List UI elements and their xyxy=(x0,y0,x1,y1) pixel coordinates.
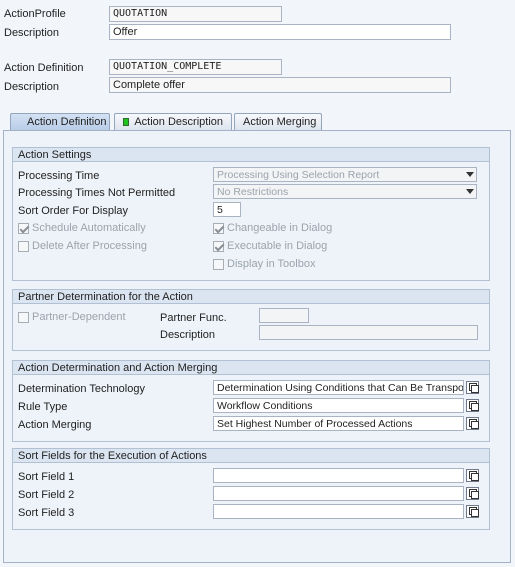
value-help-icon[interactable] xyxy=(466,505,479,518)
status-green-icon xyxy=(123,118,130,126)
value-help-icon[interactable] xyxy=(466,399,479,412)
value-help-icon[interactable] xyxy=(466,417,479,430)
sort-order-field[interactable]: 5 xyxy=(213,202,241,217)
action-determination-group: Action Determination and Action Merging … xyxy=(12,360,490,442)
determination-technology-field[interactable]: Determination Using Conditions that Can … xyxy=(213,380,464,395)
partner-determination-group: Partner Determination for the Action Par… xyxy=(12,289,490,351)
action-settings-group: Action Settings Processing Time Processi… xyxy=(12,147,490,281)
checkbox-label: Executable in Dialog xyxy=(227,240,328,252)
value-help-icon[interactable] xyxy=(466,469,479,482)
determination-technology-label: Determination Technology xyxy=(18,383,145,395)
group-title: Action Settings xyxy=(13,148,489,162)
description-label: Description xyxy=(4,27,60,39)
processing-time-label: Processing Time xyxy=(18,170,100,182)
partner-dependent-checkbox[interactable]: Partner-Dependent xyxy=(18,311,126,323)
tab-content-panel: Action Settings Processing Time Processi… xyxy=(3,130,511,563)
display-in-toolbox-checkbox[interactable]: Display in Toolbox xyxy=(213,258,315,270)
value-help-icon[interactable] xyxy=(466,381,479,394)
sort-field-3-label: Sort Field 3 xyxy=(18,507,75,519)
sort-field-1-label: Sort Field 1 xyxy=(18,471,75,483)
checkbox-icon xyxy=(213,258,224,270)
not-permitted-label: Processing Times Not Permitted xyxy=(18,187,176,199)
tab-label: Action Merging xyxy=(243,116,317,128)
action-definition-field[interactable]: QUOTATION_COMPLETE xyxy=(109,59,282,75)
changeable-in-dialog-checkbox[interactable]: Changeable in Dialog xyxy=(213,222,332,234)
description-field[interactable]: Offer xyxy=(109,24,451,40)
chevron-down-icon xyxy=(466,189,474,194)
group-title: Sort Fields for the Execution of Actions xyxy=(13,449,489,463)
value-help-icon[interactable] xyxy=(466,487,479,500)
sort-field-2-label: Sort Field 2 xyxy=(18,489,75,501)
delete-after-processing-checkbox[interactable]: Delete After Processing xyxy=(18,240,147,252)
partner-description-field[interactable] xyxy=(259,325,478,340)
chevron-down-icon xyxy=(466,172,474,177)
dropdown-value: Processing Using Selection Report xyxy=(217,169,380,181)
rule-type-label: Rule Type xyxy=(18,401,68,413)
tab-action-description[interactable]: Action Description xyxy=(114,113,232,130)
sort-field-1-input[interactable] xyxy=(213,468,464,483)
rule-type-field[interactable]: Workflow Conditions xyxy=(213,398,464,413)
checkbox-checked-icon xyxy=(18,222,29,234)
tab-action-merging[interactable]: Action Merging xyxy=(234,113,322,130)
checkbox-label: Partner-Dependent xyxy=(32,311,126,323)
sort-field-3-input[interactable] xyxy=(213,504,464,519)
action-profile-label: ActionProfile xyxy=(4,8,66,20)
sort-fields-group: Sort Fields for the Execution of Actions… xyxy=(12,448,490,530)
partner-description-label: Description xyxy=(160,329,216,341)
action-merging-field[interactable]: Set Highest Number of Processed Actions xyxy=(213,416,464,431)
group-title: Action Determination and Action Merging xyxy=(13,361,489,375)
action-merging-label: Action Merging xyxy=(18,419,92,431)
executable-in-dialog-checkbox[interactable]: Executable in Dialog xyxy=(213,240,327,252)
checkbox-label: Display in Toolbox xyxy=(227,258,316,270)
not-permitted-dropdown[interactable]: No Restrictions xyxy=(213,184,477,199)
tab-label: Action Description xyxy=(134,116,223,128)
dropdown-value: No Restrictions xyxy=(217,186,289,198)
processing-time-dropdown[interactable]: Processing Using Selection Report xyxy=(213,167,477,182)
partner-func-label: Partner Func. xyxy=(160,312,227,324)
checkbox-icon xyxy=(18,311,29,323)
schedule-automatically-checkbox[interactable]: Schedule Automatically xyxy=(18,222,146,234)
checkbox-label: Delete After Processing xyxy=(32,240,147,252)
action-definition-label: Action Definition xyxy=(4,62,84,74)
tab-label: Action Definition xyxy=(27,116,107,128)
description-label-2: Description xyxy=(4,81,60,93)
group-title: Partner Determination for the Action xyxy=(13,290,489,304)
description-field-2[interactable]: Complete offer xyxy=(109,77,451,93)
sort-order-label: Sort Order For Display xyxy=(18,205,129,217)
checkbox-label: Schedule Automatically xyxy=(32,222,146,234)
tab-action-definition[interactable]: Action Definition xyxy=(10,113,110,130)
checkbox-checked-icon xyxy=(213,222,224,234)
checkbox-icon xyxy=(18,240,29,252)
partner-func-field[interactable] xyxy=(259,308,309,323)
action-profile-field[interactable]: QUOTATION xyxy=(109,6,282,22)
checkbox-checked-icon xyxy=(213,240,224,252)
sort-field-2-input[interactable] xyxy=(213,486,464,501)
checkbox-label: Changeable in Dialog xyxy=(227,222,333,234)
